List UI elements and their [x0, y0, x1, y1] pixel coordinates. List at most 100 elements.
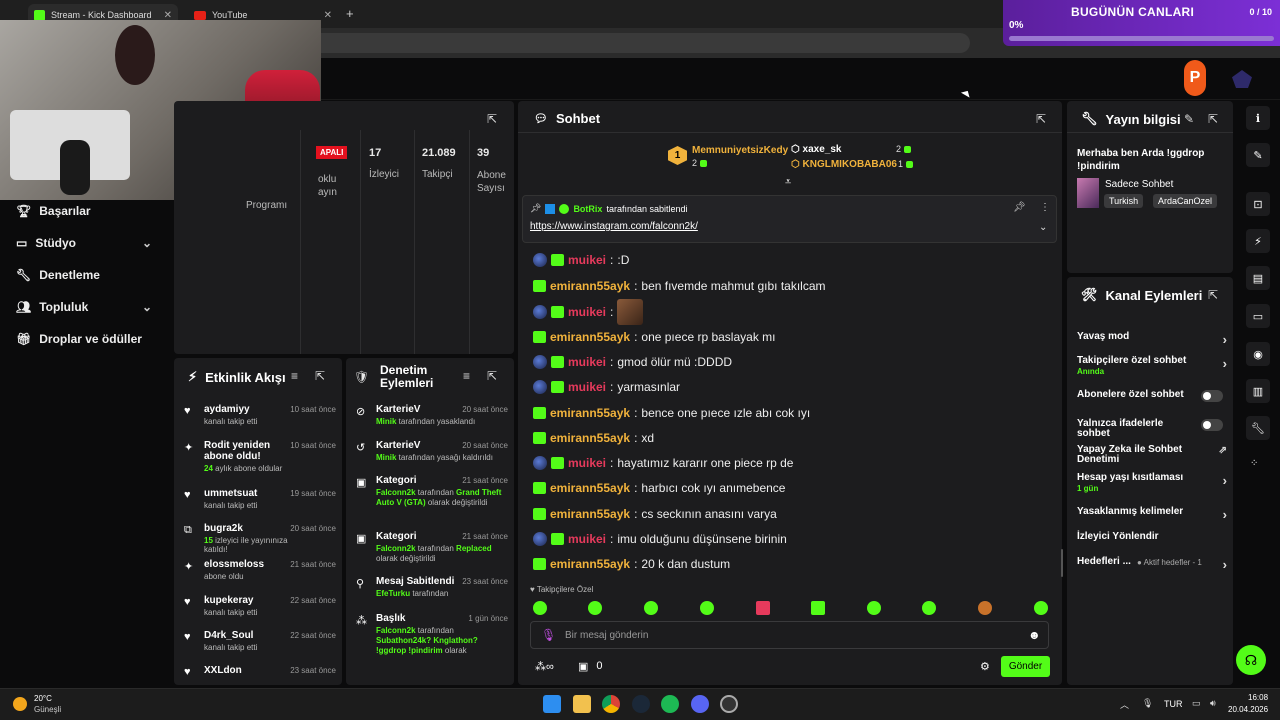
chat-message[interactable]: emirann55ayk: xd — [533, 431, 654, 445]
chat-input[interactable]: 🎙︎ Bir mesaj gönderin ☻ — [530, 621, 1049, 649]
sidebar-item-studio[interactable]: ▭ Stüdyo ⌄ — [16, 236, 152, 250]
discord-icon[interactable] — [691, 695, 709, 713]
edit-icon[interactable]: ✎ — [1184, 112, 1194, 126]
points-icon[interactable]: ⁂∞ — [535, 660, 554, 673]
chat-message[interactable]: emirann55ayk: one pıece rp baslayak mı — [533, 330, 775, 344]
spotify-icon[interactable] — [661, 695, 679, 713]
chat-username[interactable]: emirann55ayk — [550, 557, 630, 571]
emote-icon[interactable] — [922, 601, 936, 615]
support-button[interactable]: ☊ — [1236, 645, 1266, 675]
chat-username[interactable]: muikei — [568, 305, 606, 319]
collapse-icon[interactable]: ⩡ — [785, 176, 791, 189]
moderation-item[interactable]: ⊘ KarterieV Minik tarafından yasaklandı 20… — [356, 404, 508, 427]
sidebar-item-drops[interactable]: 🎁︎ Droplar ve ödüller — [16, 332, 142, 346]
chat-message[interactable]: muikei: gmod ölür mü :DDDD — [533, 355, 732, 369]
app-icon[interactable] — [720, 695, 738, 713]
channel-action-item[interactable]: Takipçilere özel sohbet Anında › — [1077, 356, 1227, 377]
language-indicator[interactable]: TUR — [1164, 699, 1183, 709]
chat-username[interactable]: emirann55ayk — [550, 431, 630, 445]
chat-username[interactable]: muikei — [568, 355, 606, 369]
chat-message[interactable]: muikei: — [533, 299, 644, 325]
chrome-icon[interactable] — [602, 695, 620, 713]
network-icon[interactable]: ▭ — [1192, 698, 1201, 709]
chat-username[interactable]: muikei — [568, 253, 606, 267]
sidebar-item-community[interactable]: 👥︎ Topluluk ⌄ — [16, 300, 152, 314]
chat-username[interactable]: muikei — [568, 456, 606, 470]
chat-username[interactable]: emirann55ayk — [550, 507, 630, 521]
chat-message[interactable]: emirann55ayk: cs seckının anasını varya — [533, 507, 777, 521]
store-points[interactable]: ▣ 0 — [578, 660, 603, 673]
edit-icon[interactable]: ✎ — [1246, 143, 1270, 167]
layout-icon[interactable]: ▥ — [1246, 379, 1270, 403]
moderation-item[interactable]: ▣ Kategori Falconn2k tarafından Replaced o… — [356, 531, 508, 564]
channel-action-item[interactable]: Hesap yaşı kısıtlaması 1 gün › — [1077, 473, 1227, 494]
expand-icon[interactable]: ⇱ — [487, 369, 497, 383]
channel-action-item[interactable]: İzleyici Yönlendir — [1077, 532, 1227, 542]
send-button[interactable]: Gönder — [1001, 656, 1050, 677]
channel-action-item[interactable]: Yavaş mod › — [1077, 332, 1227, 348]
channel-action-item[interactable]: Yalnızca ifadelerle sohbet — [1077, 419, 1227, 439]
unpin-icon[interactable]: 📌︎ — [1013, 202, 1026, 213]
activity-item[interactable]: ♥ XXLdon 23 saat önce — [184, 665, 336, 678]
emote-icon[interactable] — [978, 601, 992, 615]
chat-message[interactable]: muikei: imu olduğunu düşünsene birinin — [533, 532, 787, 546]
chat-username[interactable]: emirann55ayk — [550, 481, 630, 495]
expand-icon[interactable]: ⇱ — [1036, 112, 1046, 126]
chat-username[interactable]: muikei — [568, 380, 606, 394]
info-icon[interactable]: ℹ︎ — [1246, 106, 1270, 130]
chat-username[interactable]: muikei — [568, 532, 606, 546]
clipboard-icon[interactable]: ▤ — [1246, 266, 1270, 290]
settings-icon[interactable]: ⚙ — [980, 660, 990, 673]
emote-icon[interactable] — [700, 601, 714, 615]
toggle-switch[interactable] — [1201, 419, 1223, 431]
expand-icon[interactable]: ⇱ — [315, 369, 325, 383]
broadcast-icon[interactable]: ◉ — [1246, 342, 1270, 366]
emote-icon[interactable] — [533, 601, 547, 615]
moderation-item[interactable]: ⚲ Mesaj Sabitlendi EfeTurku tarafından 23 … — [356, 576, 508, 599]
new-tab-button[interactable]: + — [346, 6, 354, 21]
file-explorer-icon[interactable] — [573, 695, 591, 713]
chevron-up-icon[interactable]: ︿ — [1120, 698, 1129, 711]
chat-message[interactable]: muikei::D — [533, 253, 629, 267]
emote-icon[interactable] — [588, 601, 602, 615]
filter-icon[interactable]: ≡ — [291, 369, 298, 383]
chevron-down-icon[interactable]: ⌄ — [1039, 222, 1047, 233]
mic-icon[interactable]: 🎙︎ — [1142, 698, 1153, 709]
sidebar-item-achievements[interactable]: 🏆︎ Başarılar — [16, 204, 91, 218]
expand-icon[interactable]: ⇱ — [1208, 112, 1218, 126]
close-tab-icon[interactable]: ✕ — [164, 10, 172, 21]
chat-username[interactable]: emirann55ayk — [550, 279, 630, 293]
chat-icon[interactable]: ▭ — [1246, 304, 1270, 328]
more-icon[interactable]: ⋮ — [1040, 202, 1050, 213]
channel-action-item[interactable]: Hedefleri ... ● Aktif hedefler - 1 › — [1077, 557, 1227, 573]
chat-username[interactable]: emirann55ayk — [550, 330, 630, 344]
mic-icon[interactable]: 🎙︎ — [541, 628, 556, 642]
chat-message[interactable]: emirann55ayk:20 k dan dustum — [533, 557, 730, 571]
tag-chip[interactable]: ArdaCanOzel — [1153, 194, 1218, 208]
chat-message[interactable]: emirann55ayk: ben fıvemde mahmut gıbı tak… — [533, 279, 826, 293]
wrench-icon[interactable]: 🔧︎ — [1246, 416, 1270, 440]
close-tab-icon[interactable]: ✕ — [324, 10, 332, 21]
volume-icon[interactable]: 🔊︎ — [1210, 698, 1216, 709]
chat-message[interactable]: muikei: hayatımız kararır one piece rp de — [533, 456, 793, 470]
activity-item[interactable]: ⧉ bugra2k 15 izleyici ile yayınınıza katıl… — [184, 523, 336, 554]
channel-action-item[interactable]: Abonelere özel sohbet — [1077, 390, 1227, 402]
activity-item[interactable]: ✦ Rodit yeniden abone oldu! 24 aylık abone… — [184, 440, 336, 473]
lightning-icon[interactable]: ⚡︎ — [1246, 229, 1270, 253]
expand-icon[interactable]: ⇱ — [487, 112, 497, 126]
tag-chip[interactable]: Turkish — [1104, 194, 1144, 208]
sidebar-item-moderation[interactable]: 🔧︎ Denetleme — [16, 268, 100, 282]
activity-item[interactable]: ♥ kupekeray kanalı takip etti 22 saat önce — [184, 595, 336, 617]
capture-icon[interactable]: ⊡ — [1246, 192, 1270, 216]
chat-message[interactable]: emirann55ayk: bence one pıece ızle abı co… — [533, 406, 810, 420]
toggle-switch[interactable] — [1201, 390, 1223, 402]
activity-item[interactable]: ♥ aydamiyy kanalı takip etti 10 saat önce — [184, 404, 336, 426]
emoji-icon[interactable]: ☻ — [1028, 628, 1041, 642]
steam-icon[interactable] — [632, 695, 650, 713]
user-avatar[interactable]: P — [1184, 60, 1206, 96]
chat-message[interactable]: muikei: yarmasınlar — [533, 380, 680, 394]
windows-start-icon[interactable] — [543, 695, 561, 713]
emote-icon[interactable] — [811, 601, 825, 615]
pinned-link[interactable]: https://www.instagram.com/falconn2k/ — [530, 221, 698, 232]
activity-item[interactable]: ♥ D4rk_Soul kanalı takip etti 22 saat önce — [184, 630, 336, 652]
